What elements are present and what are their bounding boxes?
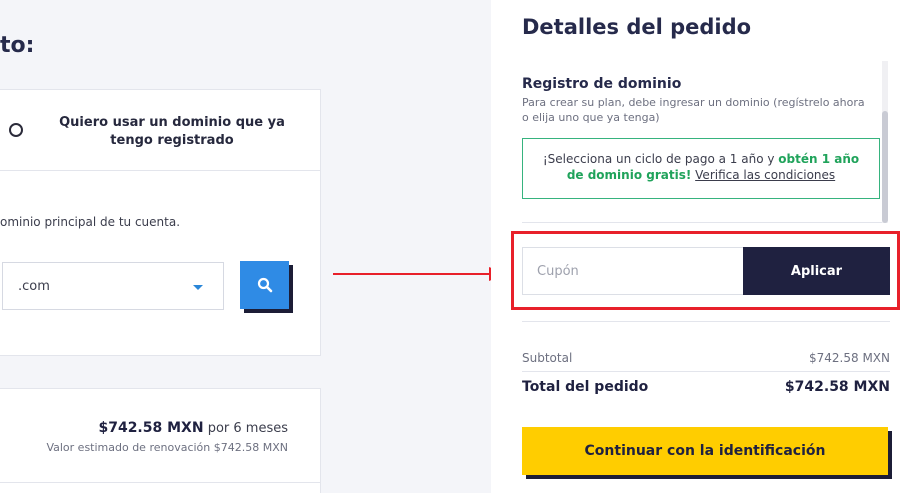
price-period: por 6 meses [207, 421, 288, 436]
promo-text: ¡Selecciona un ciclo de pago a 1 año y [542, 152, 779, 166]
price-value: $742.58 MXN [98, 420, 204, 436]
coupon-input[interactable] [522, 247, 744, 295]
arrow-right-icon [333, 267, 507, 281]
existing-domain-label[interactable]: Quiero usar un dominio que ya tengo regi… [38, 114, 306, 150]
verify-conditions-link[interactable]: Verifica las condiciones [695, 168, 835, 182]
order-details-panel: Detalles del pedido Registro de dominio … [491, 0, 914, 493]
total-label: Total del pedido [522, 379, 649, 395]
subtotal-label: Subtotal [522, 351, 573, 365]
domain-registration-title: Registro de dominio [522, 76, 682, 92]
card-divider [0, 170, 320, 171]
scrollbar-thumb[interactable] [882, 111, 888, 223]
plan-price: $742.58 MXN por 6 meses [98, 420, 288, 436]
section-divider [522, 321, 890, 322]
renewal-estimate: Valor estimado de renovación $742.58 MXN [46, 441, 288, 454]
scrollbar[interactable] [882, 61, 888, 223]
card-divider [0, 482, 320, 483]
order-items-scroll-area[interactable]: Registro de dominio Para crear su plan, … [522, 61, 888, 223]
tld-select[interactable]: .com [2, 262, 224, 310]
tld-select-value: .com [18, 279, 50, 294]
promo-banner: ¡Selecciona un ciclo de pago a 1 año y o… [522, 138, 880, 199]
continue-identification-button[interactable]: Continuar con la identificación [522, 427, 888, 475]
search-icon [257, 277, 272, 293]
total-value: $742.58 MXN [784, 379, 890, 395]
existing-domain-radio[interactable] [9, 123, 23, 137]
subtotal-value: $742.58 MXN [809, 351, 890, 365]
search-domain-button[interactable] [240, 261, 289, 309]
order-title: Detalles del pedido [522, 15, 752, 39]
domain-registration-desc: Para crear su plan, debe ingresar un dom… [522, 96, 865, 124]
apply-coupon-button[interactable]: Aplicar [743, 247, 890, 295]
chevron-down-icon [193, 285, 203, 290]
plan-price-card: $742.58 MXN por 6 meses Valor estimado d… [0, 388, 321, 493]
section-divider [522, 371, 890, 372]
total-row: Total del pedido $742.58 MXN [522, 379, 890, 395]
subtotal-row: Subtotal $742.58 MXN [522, 351, 890, 365]
domain-option-card: Quiero usar un dominio que ya tengo regi… [0, 89, 321, 356]
domain-hint-text: ominio principal de tu cuenta. [0, 215, 181, 229]
page-heading: to: [0, 33, 35, 58]
